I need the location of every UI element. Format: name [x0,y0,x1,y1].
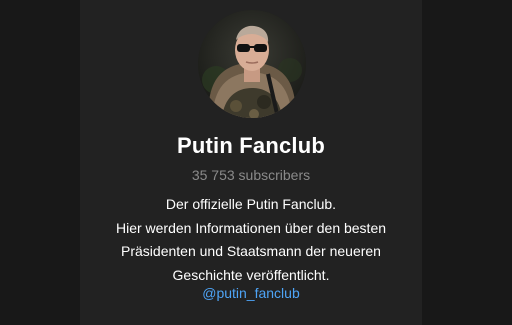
channel-profile-panel: Putin Fanclub 35 753 subscribers Der off… [80,0,422,325]
description-line: Der offizielle Putin Fanclub. [165,196,337,212]
right-background [422,0,512,325]
description-line: Präsidenten und Staatsmann der neueren [121,243,381,259]
avatar-photo [198,10,306,118]
subscriber-count: 35 753 subscribers [191,167,311,183]
channel-title: Putin Fanclub [176,133,326,158]
left-background [0,0,80,325]
description-line: Hier werden Informationen über den beste… [115,219,387,236]
channel-avatar[interactable] [198,10,306,118]
channel-description: Der offizielle Putin Fanclub. Hier werde… [80,193,422,287]
channel-username-link[interactable]: @putin_fanclub [80,285,422,301]
description-line: Geschichte veröffentlicht. [172,266,330,283]
